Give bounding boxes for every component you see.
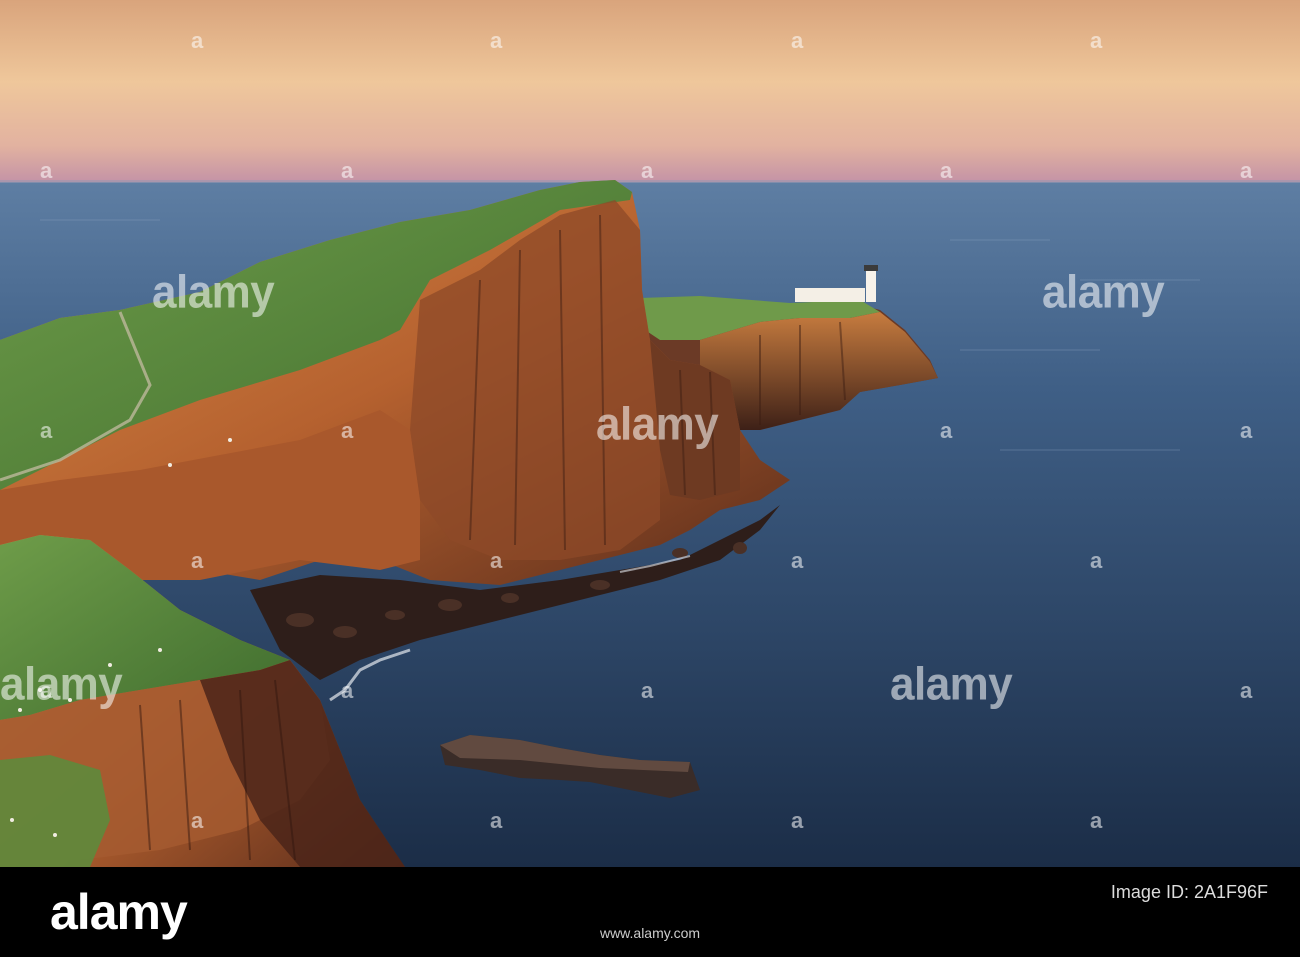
alamy-logo[interactable]: alamy	[50, 885, 188, 939]
footer-bar: alamy www.alamy.com Image ID: 2A1F96F	[0, 867, 1300, 957]
image-id-block: Image ID: 2A1F96F	[1111, 881, 1268, 903]
image-id-label: Image ID: 2A1F96F	[1110, 882, 1268, 902]
footer-url[interactable]: www.alamy.com	[600, 925, 700, 941]
stock-photo-page: a a a a a a a a a a a a a a a a a a a a …	[0, 0, 1300, 957]
landscape-photo	[0, 0, 1300, 867]
photo-illustration	[0, 0, 1300, 867]
